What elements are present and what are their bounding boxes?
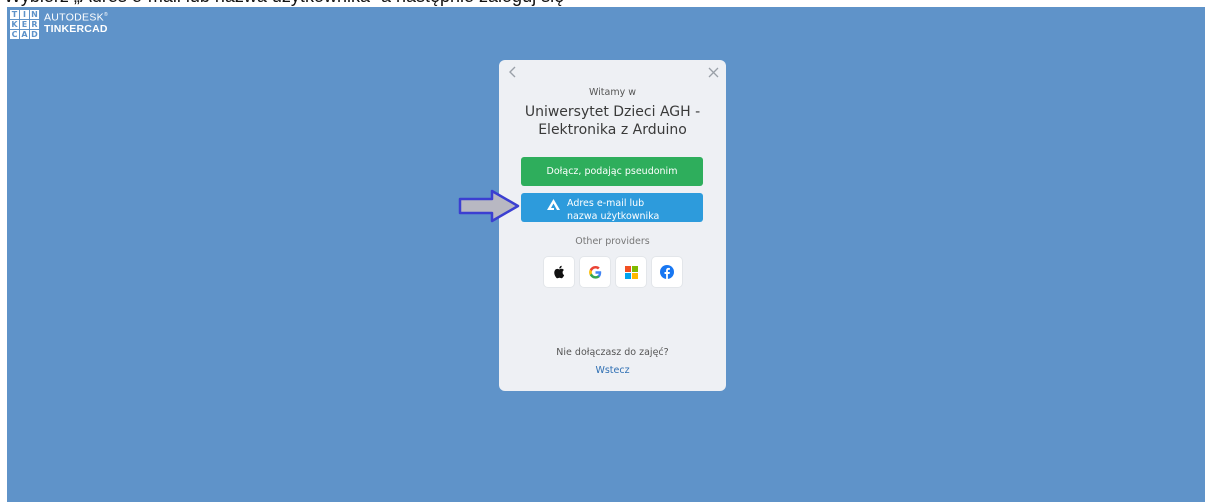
close-icon[interactable]: [704, 63, 722, 81]
google-icon: [588, 265, 601, 279]
logo-wordmark: AUTODESK® TINKERCAD: [44, 10, 108, 35]
logo-letter: D: [30, 30, 39, 39]
logo-letter: R: [30, 20, 39, 29]
logo-letter: E: [20, 20, 29, 29]
not-joining-text: Nie dołączasz do zajęć?: [556, 347, 669, 358]
facebook-icon: [660, 265, 674, 279]
join-class-dialog: Witamy w Uniwersytet Dzieci AGH - Elektr…: [499, 60, 726, 391]
logo-letter: A: [20, 30, 29, 39]
apple-sign-in-button[interactable]: [544, 257, 574, 287]
page-background: T I N K E R C A D AUTODESK® TINKERCAD Wi…: [7, 7, 1205, 502]
welcome-text: Witamy w: [588, 87, 637, 98]
provider-buttons: [544, 257, 682, 287]
email-button-label: Adres e-mail lub nazwa użytkownika: [567, 198, 660, 222]
tinkercad-logo[interactable]: T I N K E R C A D AUTODESK® TINKERCAD: [10, 10, 108, 39]
microsoft-sign-in-button[interactable]: [616, 257, 646, 287]
logo-letter: N: [30, 10, 39, 19]
class-title-line2: Elektronika z Arduino: [538, 122, 687, 138]
facebook-sign-in-button[interactable]: [652, 257, 682, 287]
class-title-line1: Uniwersytet Dzieci AGH -: [524, 104, 701, 120]
logo-letter: C: [10, 30, 19, 39]
google-sign-in-button[interactable]: [580, 257, 610, 287]
class-title: Uniwersytet Dzieci AGH - Elektronika z A…: [499, 103, 726, 139]
back-link[interactable]: Wstecz: [499, 365, 726, 376]
logo-letter: I: [20, 10, 29, 19]
email-or-username-button[interactable]: Adres e-mail lub nazwa użytkownika: [521, 193, 703, 222]
autodesk-a-icon: [547, 199, 560, 210]
back-chevron-icon[interactable]: [503, 63, 521, 81]
microsoft-icon: [624, 265, 638, 279]
apple-icon: [554, 265, 565, 279]
other-providers-label: Other providers: [575, 236, 650, 247]
logo-product: TINKERCAD: [44, 22, 108, 35]
logo-letter: K: [10, 20, 19, 29]
pointer-arrow-icon: [458, 189, 520, 223]
join-with-nickname-button[interactable]: Dołącz, podając pseudonim: [521, 157, 703, 186]
logo-letter-grid: T I N K E R C A D: [10, 10, 39, 39]
logo-brand: AUTODESK®: [44, 11, 108, 24]
logo-letter: T: [10, 10, 19, 19]
